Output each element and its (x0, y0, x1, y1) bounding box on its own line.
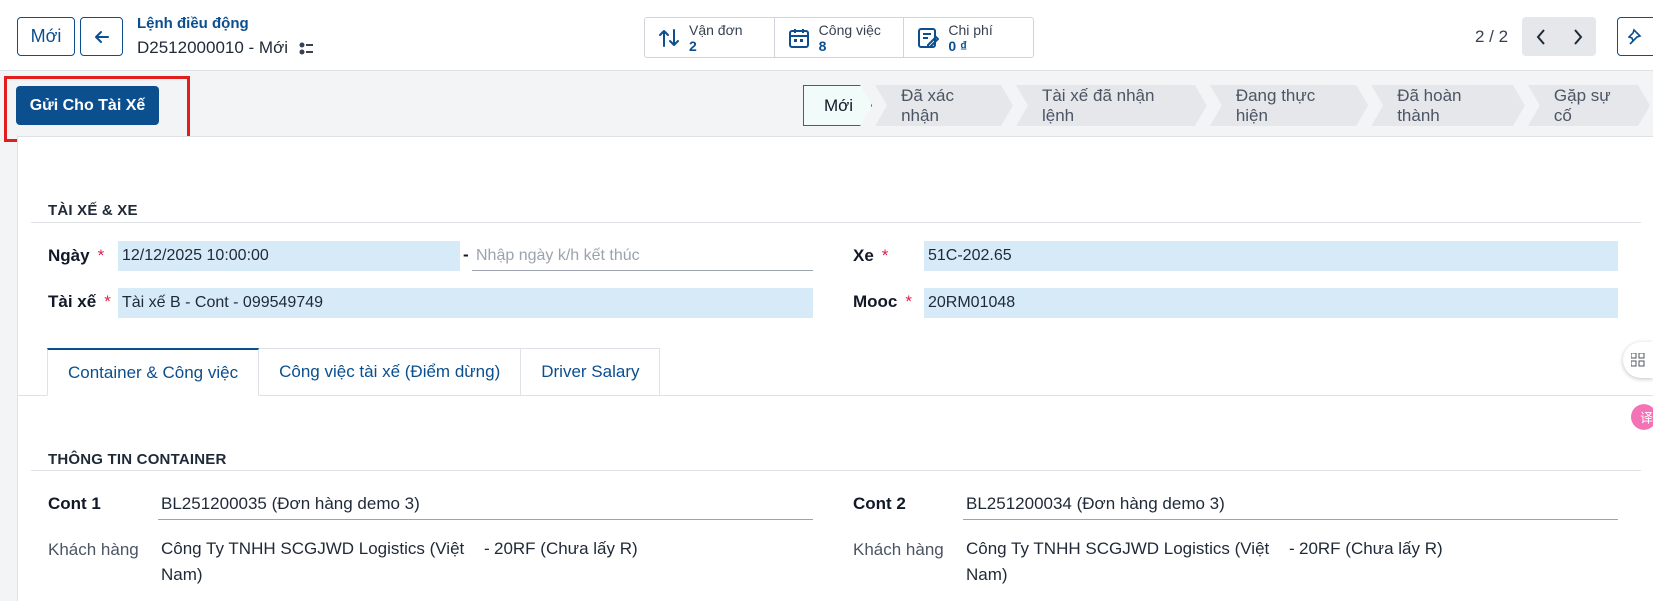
smart-value: 2 (689, 37, 697, 54)
record-actions-gear-icon[interactable] (298, 41, 314, 55)
breadcrumb-parent-link[interactable]: Lệnh điều động (137, 15, 249, 32)
stage-da-xac-nhan[interactable]: Đã xác nhận (875, 85, 1013, 126)
customer2-value-line1: Công Ty TNHH SCGJWD Logistics (Việt (966, 539, 1270, 558)
required-marker: * (881, 246, 889, 265)
chevron-right-icon (1573, 28, 1582, 45)
customer1-value-line1: Công Ty TNHH SCGJWD Logistics (Việt (161, 539, 465, 558)
smart-label: Chi phí (948, 21, 993, 38)
date-start-field[interactable]: 12/12/2025 10:00:00 (118, 241, 460, 271)
back-button[interactable] (80, 17, 123, 56)
smart-label: Vận đơn (689, 21, 743, 38)
customer2-type-separator: - (1289, 539, 1295, 558)
status-bar: Mới Đã xác nhận Tài xế đã nhận lệnh Đang… (803, 85, 1653, 126)
control-panel: Mới Lệnh điều động D2512000010 - Mới Vận… (0, 0, 1653, 71)
section-title-container: THÔNG TIN CONTAINER (48, 451, 227, 468)
trailer-label-text: Mooc (853, 292, 898, 311)
driver-field[interactable]: Tài xế B - Cont - 099549749 (118, 288, 813, 318)
tab-container-cong-viec[interactable]: Container & Công việc (47, 348, 260, 396)
stage-gap-su-co[interactable]: Gặp sự cố (1528, 85, 1650, 126)
required-marker: * (905, 292, 913, 311)
required-marker: * (104, 292, 111, 311)
pager-buttons (1522, 17, 1596, 56)
date-end-field[interactable]: Nhập ngày k/h kết thúc (472, 241, 813, 271)
section-divider (31, 222, 1641, 223)
customer1-label: Khách hàng (48, 540, 139, 559)
breadcrumb-current: D2512000010 - Mới (137, 38, 314, 58)
pin-button[interactable] (1617, 17, 1653, 56)
edit-note-icon (918, 27, 940, 48)
customer2-container-type: 20RF (Chưa lấy R) (1299, 539, 1443, 558)
stage-dang-thuc-hien[interactable]: Đang thực hiện (1210, 85, 1368, 126)
date-label: Ngày * (48, 246, 104, 266)
arrow-left-icon (94, 30, 109, 43)
chevron-left-icon (1536, 28, 1545, 45)
stage-da-hoan-thanh[interactable]: Đã hoàn thành (1371, 85, 1525, 126)
date-range-separator: - (463, 245, 469, 264)
vehicle-label: Xe * (853, 246, 888, 266)
customer1-value-line2: Nam) (161, 565, 203, 584)
field-underline (963, 519, 1618, 520)
trailer-label: Mooc * (853, 292, 912, 312)
pager-value[interactable]: 2 / 2 (1475, 27, 1508, 47)
cont2-label: Cont 2 (853, 494, 906, 513)
vehicle-label-text: Xe (853, 246, 874, 265)
smart-value: 8 (818, 37, 827, 54)
trailer-field[interactable]: 20RM01048 (924, 288, 1618, 318)
customer1-type-separator: - (484, 539, 490, 558)
vehicle-field[interactable]: 51C-202.65 (924, 241, 1618, 271)
svg-text:译: 译 (1640, 412, 1653, 427)
pager-previous-button[interactable] (1522, 17, 1559, 56)
apps-widget-button[interactable] (1623, 342, 1653, 378)
section-divider (31, 470, 1641, 471)
smart-buttons: Vận đơn 2 Công việc 8 Chi phí 0 ₫ (644, 17, 1034, 58)
translate-icon: 译 (1631, 404, 1653, 430)
driver-label: Tài xế * (48, 292, 111, 312)
date-label-text: Ngày (48, 246, 90, 265)
calendar-icon (788, 28, 809, 48)
section-title-driver-vehicle: TÀI XẾ & XE (48, 202, 138, 219)
tab-driver-salary[interactable]: Driver Salary (521, 348, 661, 396)
smart-value: 0 ₫ (948, 37, 968, 54)
smart-button-chi-phi[interactable]: Chi phí 0 ₫ (904, 18, 1033, 57)
smart-button-cong-viec[interactable]: Công việc 8 (775, 18, 905, 57)
tab-cong-viec-tai-xe[interactable]: Công việc tài xế (Điểm dừng) (259, 348, 522, 396)
record-name: D2512000010 - Mới (137, 38, 289, 57)
highlight-annotation-box (4, 76, 190, 142)
cont1-value[interactable]: BL251200035 (Đơn hàng demo 3) (161, 491, 420, 517)
driver-label-text: Tài xế (48, 292, 97, 311)
notebook-tabs: Container & Công việc Công việc tài xế (… (47, 348, 661, 396)
customer2-label: Khách hàng (853, 540, 944, 559)
cont1-label: Cont 1 (48, 494, 101, 513)
new-button[interactable]: Mới (17, 17, 75, 56)
translate-widget-button[interactable]: 译 (1623, 399, 1653, 435)
pin-icon (1628, 28, 1642, 45)
smart-button-van-don[interactable]: Vận đơn 2 (645, 18, 775, 57)
pager-next-button[interactable] (1559, 17, 1596, 56)
cont2-value[interactable]: BL251200034 (Đơn hàng demo 3) (966, 491, 1225, 517)
field-underline (158, 519, 813, 520)
stage-moi[interactable]: Mới (803, 85, 872, 126)
customer1-container-type: 20RF (Chưa lấy R) (494, 539, 638, 558)
grid-icon (1631, 353, 1645, 367)
smart-label: Công việc (818, 21, 881, 38)
transfer-arrows-icon (659, 28, 679, 47)
customer2-value-line2: Nam) (966, 565, 1008, 584)
required-marker: * (97, 246, 105, 265)
stage-tai-xe-da-nhan-lenh[interactable]: Tài xế đã nhận lệnh (1016, 85, 1207, 126)
